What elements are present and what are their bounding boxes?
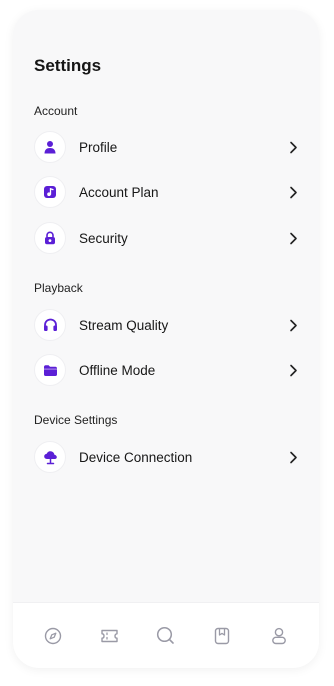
settings-item-label: Stream Quality bbox=[79, 317, 169, 333]
settings-item-label: Account Plan bbox=[79, 184, 159, 200]
chevron-right-icon bbox=[286, 185, 300, 199]
chevron-right-icon bbox=[286, 231, 300, 245]
music-note-icon bbox=[34, 176, 66, 208]
settings-item-account-plan[interactable]: Account Plan bbox=[34, 175, 300, 209]
cloud-connection-icon bbox=[34, 441, 66, 473]
lock-icon bbox=[34, 222, 66, 254]
section-label-device-settings: Device Settings bbox=[34, 413, 118, 427]
headphones-icon bbox=[34, 309, 66, 341]
settings-item-label: Offline Mode bbox=[79, 362, 156, 378]
settings-item-security[interactable]: Security bbox=[34, 221, 300, 255]
settings-item-label: Device Connection bbox=[79, 449, 193, 465]
settings-item-profile[interactable]: Profile bbox=[34, 130, 300, 164]
settings-item-label: Profile bbox=[79, 139, 118, 155]
settings-item-device-connection[interactable]: Device Connection bbox=[34, 440, 300, 474]
section-label-playback: Playback bbox=[34, 281, 83, 295]
chevron-right-icon bbox=[286, 363, 300, 377]
settings-item-offline-mode[interactable]: Offline Mode bbox=[34, 353, 300, 387]
settings-item-label: Security bbox=[79, 230, 128, 246]
search-icon[interactable] bbox=[154, 624, 178, 648]
settings-item-stream-quality[interactable]: Stream Quality bbox=[34, 308, 300, 342]
compass-icon[interactable] bbox=[41, 624, 65, 648]
user-icon bbox=[34, 131, 66, 163]
chevron-right-icon bbox=[286, 318, 300, 332]
settings-screen: Settings Account Profile Account Plan Se… bbox=[13, 10, 319, 668]
section-label-account: Account bbox=[34, 104, 78, 118]
user-icon[interactable] bbox=[267, 624, 291, 648]
bookmark-icon[interactable] bbox=[210, 624, 234, 648]
ticket-icon[interactable] bbox=[98, 624, 122, 648]
chevron-right-icon bbox=[286, 140, 300, 154]
folder-icon bbox=[34, 354, 66, 386]
chevron-right-icon bbox=[286, 450, 300, 464]
page-title: Settings bbox=[34, 56, 102, 75]
bottom-tab-bar bbox=[13, 602, 319, 668]
